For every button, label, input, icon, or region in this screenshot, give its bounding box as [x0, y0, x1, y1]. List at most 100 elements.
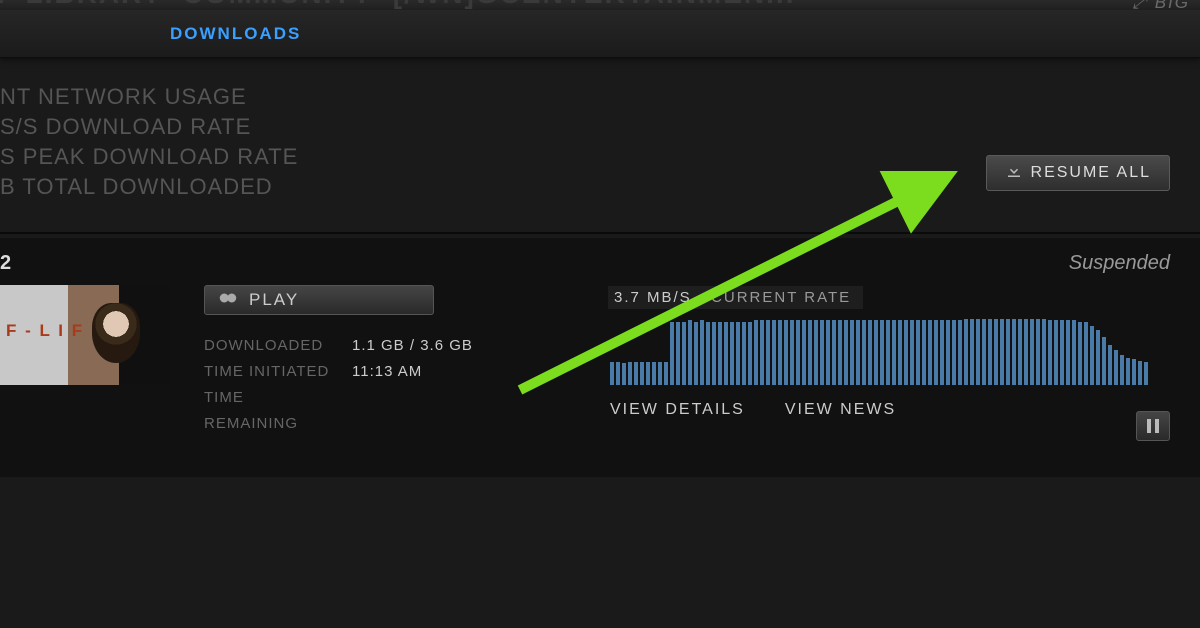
pause-button[interactable]: [1136, 411, 1170, 441]
initiated-value: 11:13 AM: [352, 359, 422, 385]
chart-bar: [910, 320, 914, 385]
chart-bar: [622, 363, 626, 385]
chart-bar: [934, 320, 938, 385]
chart-bar: [994, 319, 998, 385]
chart-bar: [634, 362, 638, 385]
chart-bar: [754, 320, 758, 385]
chart-bar: [796, 320, 800, 385]
chart-bar: [1078, 322, 1082, 385]
chart-bar: [1054, 320, 1058, 385]
chart-bar: [766, 320, 770, 385]
chart-bar: [838, 320, 842, 385]
chart-bar: [904, 320, 908, 385]
chart-bar: [922, 320, 926, 385]
chart-bar: [772, 320, 776, 385]
chart-bar: [1036, 319, 1040, 385]
tab-downloads[interactable]: DOWNLOADS: [150, 10, 321, 57]
chart-bar: [778, 320, 782, 385]
chart-bar: [718, 322, 722, 385]
chart-bar: [760, 320, 764, 385]
game-thumbnail[interactable]: [0, 285, 170, 385]
top-nav: STORE LIBRARY COMMUNITY [/WN]GCENTERTAIN…: [0, 0, 1200, 10]
chart-bar: [664, 362, 668, 385]
chart-bar: [1114, 350, 1118, 385]
chart-bar: [1000, 319, 1004, 385]
resume-all-button[interactable]: RESUME ALL: [986, 155, 1170, 191]
chart-bar: [802, 320, 806, 385]
chart-bar: [1084, 322, 1088, 385]
chart-bar: [1006, 319, 1010, 385]
chart-bar: [646, 362, 650, 385]
chart-bar: [1012, 319, 1016, 385]
view-news-link[interactable]: VIEW NEWS: [785, 401, 896, 419]
chart-bar: [790, 320, 794, 385]
download-status: Suspended: [1069, 252, 1170, 275]
chart-bar: [988, 319, 992, 385]
chart-bar: [1030, 319, 1034, 385]
chart-bar: [1060, 320, 1064, 385]
chart-bar: [970, 319, 974, 385]
chart-bar: [682, 322, 686, 385]
chart-bar: [898, 320, 902, 385]
chart-bar: [688, 320, 692, 385]
chart-bar: [1108, 345, 1112, 385]
chart-bar: [952, 320, 956, 385]
chart-bar: [652, 362, 656, 385]
chart-bar: [946, 320, 950, 385]
downloaded-value: 1.1 GB / 3.6 GB: [352, 333, 473, 359]
controller-icon: [219, 290, 237, 310]
chart-bar: [958, 320, 962, 385]
chart-bar: [742, 322, 746, 385]
library-subtabs: DOWNLOADS: [0, 10, 1200, 58]
chart-bar: [850, 320, 854, 385]
chart-bar: [940, 320, 944, 385]
play-button[interactable]: PLAY: [204, 285, 434, 315]
game-title: 2: [0, 252, 11, 275]
view-details-link[interactable]: VIEW DETAILS: [610, 401, 745, 419]
chart-bar: [700, 320, 704, 385]
chart-bar: [1132, 359, 1136, 385]
big-picture-button[interactable]: ⤢ BIG PICTURE: [1101, 0, 1190, 10]
chart-bar: [1042, 319, 1046, 385]
chart-bar: [748, 322, 752, 385]
chart-bar: [730, 322, 734, 385]
chart-bar: [982, 319, 986, 385]
chart-bar: [868, 320, 872, 385]
chart-bar: [1138, 361, 1142, 385]
download-rate-chart: 3.7 MB/S - CURRENT RATE VIEW DETAILS VIE…: [610, 286, 1170, 419]
chart-bar: [964, 319, 968, 385]
chart-bar: [1144, 362, 1148, 385]
downloaded-label: DOWNLOADED: [204, 333, 334, 359]
chart-bar: [826, 320, 830, 385]
initiated-label: TIME INITIATED: [204, 359, 334, 385]
chart-bar: [610, 362, 614, 385]
chart-bar: [892, 320, 896, 385]
chart-bar: [670, 322, 674, 385]
network-usage-panel: NT NETWORK USAGE S/S DOWNLOAD RATE S PEA…: [0, 58, 1200, 234]
chart-bar: [1096, 330, 1100, 385]
chart-bar: [880, 320, 884, 385]
chart-bar: [844, 320, 848, 385]
chart-bar: [712, 322, 716, 385]
chart-bar: [736, 322, 740, 385]
chart-bar: [1072, 320, 1076, 385]
chart-bar: [808, 320, 812, 385]
chart-bar: [1126, 358, 1130, 385]
chart-bar: [706, 322, 710, 385]
chart-bar: [1018, 319, 1022, 385]
chart-bar: [676, 322, 680, 385]
chart-bar: [640, 362, 644, 385]
chart-bar: [616, 362, 620, 385]
chart-bar: [1066, 320, 1070, 385]
chart-bar: [1024, 319, 1028, 385]
chart-bar: [874, 320, 878, 385]
resume-all-label: RESUME ALL: [1031, 164, 1151, 182]
chart-bar: [1048, 320, 1052, 385]
chart-bar: [724, 322, 728, 385]
chart-bar: [1120, 355, 1124, 385]
remaining-label: TIME REMAINING: [204, 385, 334, 437]
chart-bar: [1090, 326, 1094, 385]
chart-bar: [814, 320, 818, 385]
download-icon: [1005, 162, 1023, 185]
chart-bar: [928, 320, 932, 385]
